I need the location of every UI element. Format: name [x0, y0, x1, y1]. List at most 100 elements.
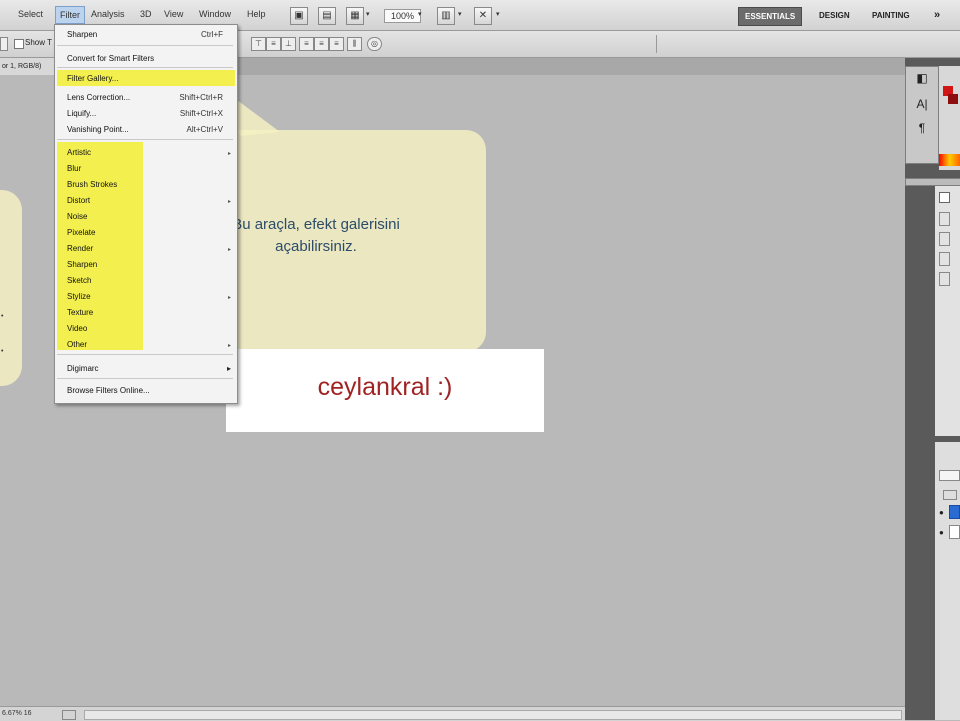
menu-item-category[interactable]: Artistic — [67, 148, 91, 157]
workspace-painting[interactable]: PAINTING — [866, 7, 916, 24]
menu-item-category[interactable]: Sketch — [67, 276, 91, 285]
submenu-arrow-icon: ▸ — [227, 247, 231, 253]
toolbar-glyph: • — [1, 313, 4, 320]
align-middle-icon[interactable]: ≡ — [266, 37, 281, 51]
distribute-icon[interactable]: ≡ — [329, 37, 344, 51]
menu-separator — [57, 139, 233, 140]
distribute-icon[interactable]: ≡ — [314, 37, 329, 51]
3d-mode-icon[interactable]: ◎ — [367, 37, 382, 51]
menu-item-browse-filters[interactable]: Browse Filters Online... — [67, 386, 150, 395]
menu-help[interactable]: Help — [247, 9, 266, 19]
chevron-down-icon[interactable]: ▾ — [366, 10, 370, 18]
menu-item-last-filter[interactable]: Sharpen — [67, 30, 97, 39]
document-tab[interactable]: or 1, RGB/8) — [0, 58, 58, 75]
more-workspaces-icon[interactable]: » — [928, 7, 946, 24]
blend-mode-select[interactable] — [939, 470, 960, 481]
submenu-arrow-icon: ▸ — [227, 295, 231, 301]
chevron-down-icon[interactable]: ▾ — [496, 10, 500, 18]
status-toggle[interactable] — [62, 710, 76, 720]
shortcut-label: Alt+Ctrl+V — [186, 125, 223, 134]
lock-field[interactable] — [943, 490, 957, 500]
menu-view[interactable]: View — [164, 9, 183, 19]
menu-item-category[interactable]: Sharpen — [67, 260, 97, 269]
adjustment-swatch[interactable] — [939, 252, 950, 266]
menu-item-convert-smart[interactable]: Convert for Smart Filters — [67, 54, 154, 63]
menu-item-category[interactable]: Stylize — [67, 292, 91, 301]
menu-item-category[interactable]: Render — [67, 244, 93, 253]
menu-separator — [57, 378, 233, 379]
menu-filter[interactable]: Filter — [55, 6, 85, 24]
paragraph-icon[interactable]: ¶ — [914, 121, 930, 137]
background-color-swatch[interactable] — [948, 94, 958, 104]
watermark-text: ceylankral :) — [317, 373, 453, 401]
submenu-arrow-icon: ▸ — [226, 364, 231, 373]
menu-window[interactable]: Window — [199, 9, 231, 19]
align-top-icon[interactable]: ⊤ — [251, 37, 266, 51]
menu-separator — [57, 354, 233, 355]
show-checkbox[interactable] — [14, 39, 24, 49]
screen-mode-icon[interactable]: ✕ — [474, 7, 492, 25]
tooltip-left-balloon — [0, 190, 22, 386]
shortcut-label: Shift+Ctrl+R — [179, 93, 223, 102]
character-icon[interactable]: A| — [914, 97, 930, 113]
menu-item-category[interactable]: Blur — [67, 164, 81, 173]
menu-item-category[interactable]: Brush Strokes — [67, 180, 117, 189]
status-bar: 6.67% 16 — [0, 706, 905, 721]
align-bottom-icon[interactable]: ⊥ — [281, 37, 296, 51]
shortcut-label: Shift+Ctrl+X — [179, 109, 223, 118]
tool-preset-icon[interactable] — [0, 37, 8, 51]
horizontal-scrollbar[interactable] — [84, 710, 902, 720]
workspace-design[interactable]: DESIGN — [813, 7, 856, 24]
adjustment-swatch[interactable] — [939, 212, 950, 226]
eye-icon[interactable]: ● — [939, 528, 944, 537]
menu-item-liquify[interactable]: Liquify... — [67, 109, 96, 118]
menu-item-lens-correction[interactable]: Lens Correction... — [67, 93, 130, 102]
layer-thumbnail[interactable] — [949, 525, 960, 539]
toolbar-glyph: • — [1, 348, 4, 355]
zoom-status[interactable]: 6.67% 16 — [2, 707, 32, 721]
shortcut-label: Ctrl+F — [201, 30, 223, 39]
layer-thumbnail[interactable] — [949, 505, 960, 519]
color-ramp[interactable] — [939, 154, 960, 166]
menu-item-category[interactable]: Video — [67, 324, 87, 333]
menu-analysis[interactable]: Analysis — [91, 9, 125, 19]
adjustment-swatch[interactable] — [939, 272, 950, 286]
color-icon[interactable]: ◧ — [914, 71, 930, 87]
menu-item-category[interactable]: Distort — [67, 196, 90, 205]
mini-bridge-icon[interactable]: ▤ — [318, 7, 336, 25]
eye-icon[interactable]: ● — [939, 508, 944, 517]
panel-strip: ◧ A| ¶ — [905, 66, 939, 164]
view-extras-icon[interactable]: ▦ — [346, 7, 364, 25]
zoom-level[interactable]: 100% — [384, 9, 422, 23]
menu-3d[interactable]: 3D — [140, 9, 152, 19]
menu-item-digimarc[interactable]: Digimarc — [67, 364, 99, 373]
bridge-icon[interactable]: ▣ — [290, 7, 308, 25]
distribute-icon[interactable]: ≡ — [299, 37, 314, 51]
chevron-down-icon[interactable]: ▾ — [458, 10, 462, 18]
divider — [656, 35, 657, 53]
auto-align-icon[interactable]: ⫼ — [347, 37, 362, 51]
menu-item-category[interactable]: Texture — [67, 308, 93, 317]
checkbox[interactable] — [939, 192, 950, 203]
menu-separator — [57, 67, 233, 68]
menu-separator — [57, 45, 233, 46]
watermark-box: ceylankral :) — [226, 349, 544, 432]
menu-item-category[interactable]: Pixelate — [67, 228, 95, 237]
menu-item-category[interactable]: Other — [67, 340, 87, 349]
filter-dropdown-menu: Sharpen Ctrl+F Convert for Smart Filters… — [54, 24, 238, 404]
menu-select[interactable]: Select — [18, 9, 43, 19]
adjustment-swatch[interactable] — [939, 232, 950, 246]
submenu-arrow-icon: ▸ — [227, 199, 231, 205]
layers-panel: ● ● — [935, 442, 960, 720]
menu-item-category[interactable]: Noise — [67, 212, 87, 221]
menu-item-vanishing-point[interactable]: Vanishing Point... — [67, 125, 129, 134]
workspace-essentials[interactable]: ESSENTIALS — [738, 7, 803, 26]
adjustments-panel — [935, 186, 960, 436]
show-transform-label: Show T — [25, 38, 52, 47]
chevron-down-icon[interactable]: ▾ — [418, 10, 422, 18]
menu-item-filter-gallery[interactable]: Filter Gallery... — [67, 74, 118, 83]
arrange-documents-icon[interactable]: ▥ — [437, 7, 455, 25]
submenu-arrow-icon: ▸ — [227, 343, 231, 349]
panel-divider — [905, 178, 960, 186]
color-panel — [939, 66, 960, 170]
